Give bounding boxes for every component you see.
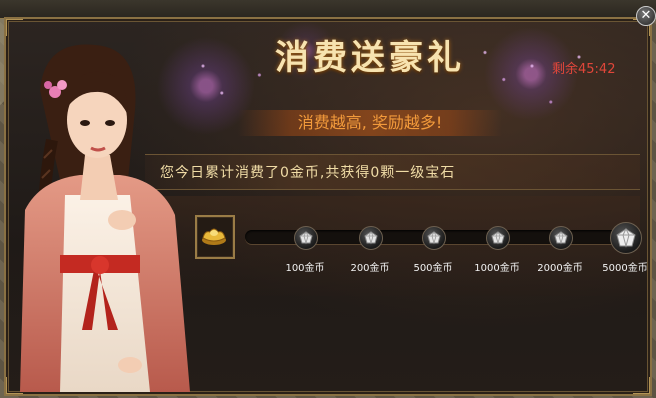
gem-icon[interactable] bbox=[422, 226, 446, 250]
event-subtitle: 消费越高, 奖励越多! bbox=[238, 110, 502, 136]
hostess-character-portrait bbox=[20, 44, 190, 392]
close-icon[interactable]: ✕ bbox=[636, 6, 656, 26]
event-title: 消费送豪礼 bbox=[275, 38, 465, 78]
gem-icon[interactable] bbox=[549, 226, 573, 250]
tier-label: 5000金币 bbox=[602, 263, 648, 274]
tier-label: 500金币 bbox=[413, 263, 453, 274]
countdown-timer: 剩余45:42 bbox=[552, 62, 616, 77]
consumption-summary: 您今日累计消费了0金币,共获得0颗一级宝石 bbox=[160, 165, 456, 181]
frame-corner bbox=[633, 377, 650, 394]
gem-icon[interactable] bbox=[359, 226, 383, 250]
gold-ingot-icon bbox=[195, 215, 235, 259]
tier-label: 2000金币 bbox=[537, 263, 583, 274]
gem-icon[interactable] bbox=[486, 226, 510, 250]
tier-label: 100金币 bbox=[285, 263, 325, 274]
tier-label: 1000金币 bbox=[474, 263, 520, 274]
gem-icon[interactable] bbox=[610, 222, 642, 254]
gem-icon[interactable] bbox=[294, 226, 318, 250]
tier-label: 200金币 bbox=[350, 263, 390, 274]
